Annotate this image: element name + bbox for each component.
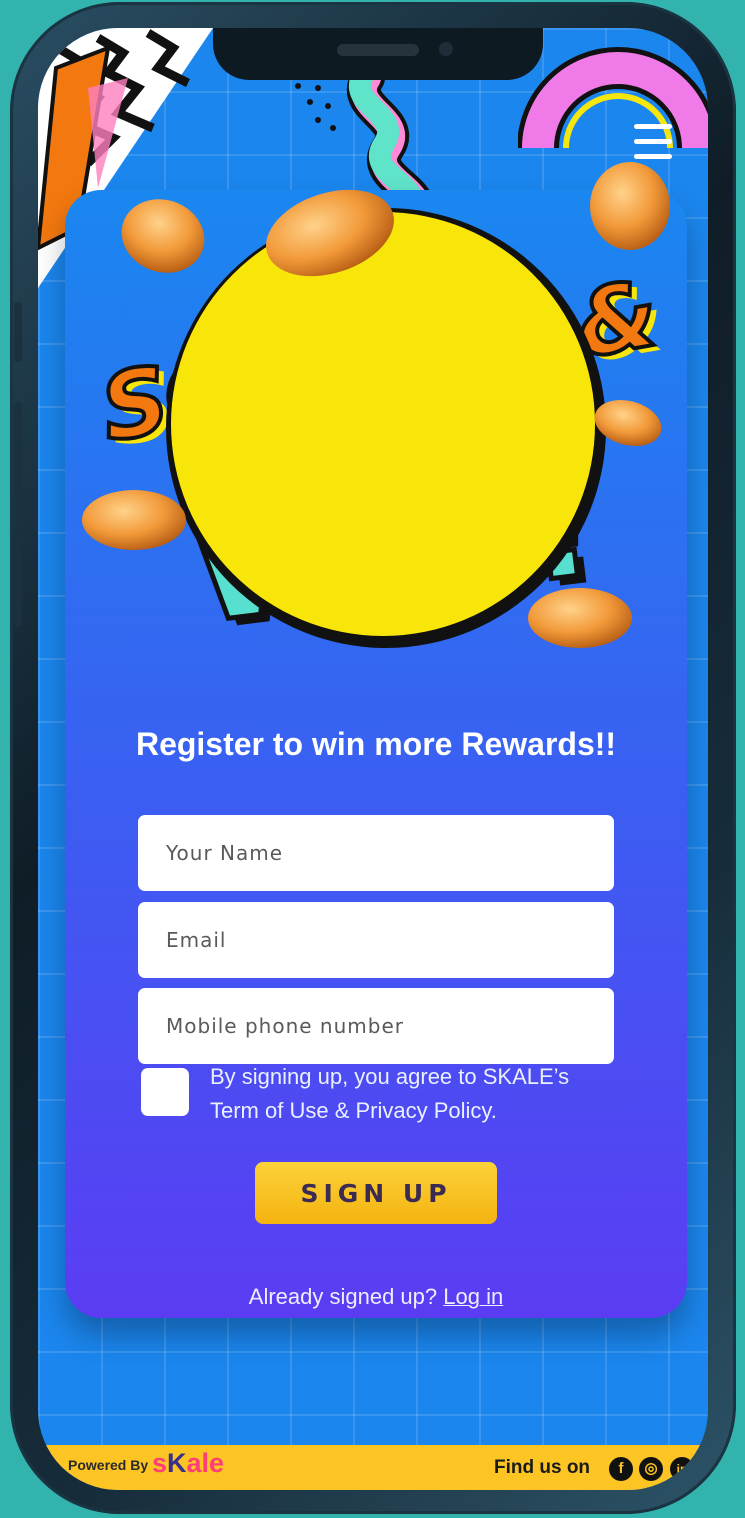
speaker-grille <box>337 44 419 56</box>
instagram-icon[interactable]: ◎ <box>639 1457 663 1481</box>
form-title: Register to win more Rewards!! <box>135 726 617 762</box>
skale-logo[interactable]: sKale <box>152 1448 224 1479</box>
terms-checkbox[interactable] <box>141 1068 189 1116</box>
login-row: Already signed up? Log in <box>65 1284 687 1310</box>
brand-letter-s: s <box>152 1448 168 1478</box>
phone-volume-down <box>14 532 22 627</box>
log-in-link[interactable]: Log in <box>443 1284 503 1309</box>
footer-bar: Powered By sKale Find us on f ◎ in <box>38 1445 708 1490</box>
find-us-label: Find us on <box>494 1457 591 1478</box>
powered-by-label: Powered By <box>68 1457 149 1473</box>
terms-line-1: By signing up, you agree to SKALE’s <box>210 1064 570 1089</box>
brand-letter-k: K <box>167 1448 187 1478</box>
name-input[interactable] <box>138 815 614 891</box>
hamburger-menu-icon[interactable] <box>634 124 672 164</box>
facebook-icon[interactable]: f <box>609 1457 633 1481</box>
already-signed-up-text: Already signed up? <box>248 1284 438 1309</box>
registration-card: SCRATCH & WIN EXCITING PRIZES WIN! Regis… <box>65 190 687 1318</box>
linkedin-icon[interactable]: in <box>670 1457 694 1481</box>
email-input[interactable] <box>138 902 614 978</box>
phone-screen: SCRATCH & WIN EXCITING PRIZES WIN! Regis… <box>38 28 708 1490</box>
brand-rest: ale <box>186 1448 225 1478</box>
front-camera <box>439 42 453 56</box>
phone-input[interactable] <box>138 988 614 1064</box>
sign-up-button[interactable]: SIGN UP <box>255 1162 497 1224</box>
phone-side-button <box>14 302 22 362</box>
terms-text: By signing up, you agree to SKALE’s Term… <box>210 1060 630 1128</box>
phone-notch <box>213 28 543 80</box>
phone-volume-up <box>14 402 22 497</box>
terms-line-2: Term of Use & Privacy Policy. <box>210 1098 497 1123</box>
